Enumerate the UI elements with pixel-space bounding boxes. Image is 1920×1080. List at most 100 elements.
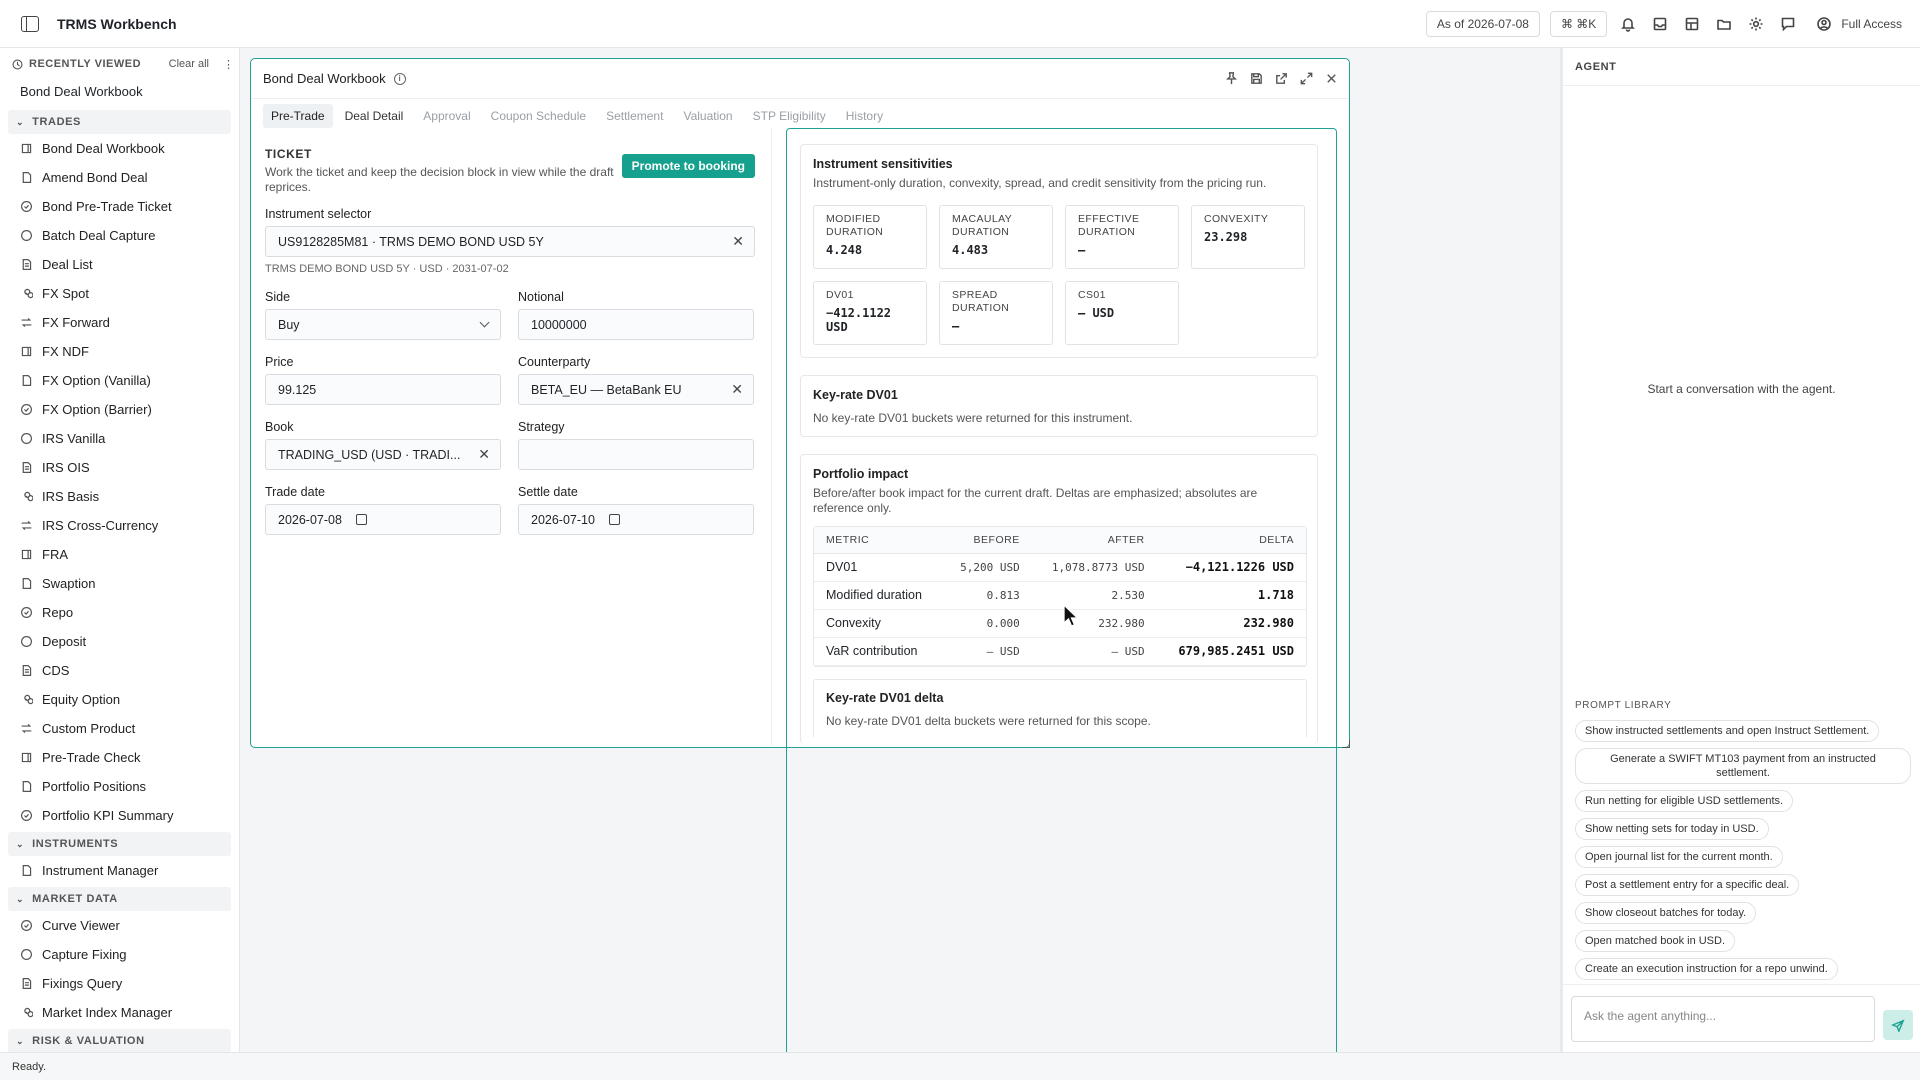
access-menu[interactable]: Full Access [1813, 13, 1902, 35]
layout-icon[interactable] [1681, 13, 1703, 35]
counterparty-input[interactable]: BETA_EU — BetaBank EU ✕ [518, 374, 754, 405]
sidebar-item-deal-list[interactable]: Deal List [0, 250, 239, 279]
sidebar-item-market-index-manager[interactable]: Market Index Manager [0, 998, 239, 1027]
nav-item-icon [21, 810, 32, 821]
save-icon[interactable] [1249, 71, 1264, 86]
sidebar-item-label: Custom Product [42, 721, 136, 736]
sidebar-item-custom-product[interactable]: Custom Product [0, 714, 239, 743]
tab-deal-detail[interactable]: Deal Detail [337, 104, 412, 128]
nav-item-icon [24, 491, 33, 502]
tab-settlement[interactable]: Settlement [598, 104, 671, 128]
side-select[interactable]: Buy [265, 309, 501, 340]
side-label: Side [265, 290, 291, 304]
sidebar-section-risk-valuation[interactable]: ⌄ RISK & VALUATION [8, 1029, 231, 1052]
sidebar-item-fx-spot[interactable]: FX Spot [0, 279, 239, 308]
sidebar-item-fx-option-barrier[interactable]: FX Option (Barrier) [0, 395, 239, 424]
trade-date-input[interactable]: 2026-07-08 [265, 504, 501, 535]
prompt-chip[interactable]: Show closeout batches for today. [1575, 902, 1757, 924]
window-header: Bond Deal Workbook i [251, 59, 1349, 99]
prompt-chip[interactable]: Post a settlement entry for a specific d… [1575, 874, 1800, 896]
command-palette-button[interactable]: ⌘ ⌘K [1549, 11, 1608, 37]
chat-icon[interactable] [1777, 13, 1799, 35]
sidebar-section-trades[interactable]: ⌄ TRADES [8, 110, 231, 134]
sidebar-section-label: RISK & VALUATION [32, 1035, 145, 1047]
sidebar-item-bond-deal-workbook[interactable]: Bond Deal Workbook [0, 134, 239, 163]
clear-all-link[interactable]: Clear all [169, 58, 209, 70]
clear-counterparty-icon[interactable]: ✕ [731, 381, 743, 398]
sidebar-item-amend-bond-deal[interactable]: Amend Bond Deal [0, 163, 239, 192]
sidebar-item-label: Deposit [42, 634, 87, 649]
sidebar-item-irs-cross-currency[interactable]: IRS Cross-Currency [0, 511, 239, 540]
sidebar-item-irs-basis[interactable]: IRS Basis [0, 482, 239, 511]
tab-history[interactable]: History [838, 104, 891, 128]
prompt-chip[interactable]: Open matched book in USD. [1575, 930, 1736, 952]
sidebar-item-portfolio-positions[interactable]: Portfolio Positions [0, 772, 239, 801]
prompt-chip[interactable]: Run netting for eligible USD settlements… [1575, 790, 1794, 812]
sidebar-item-curve-viewer[interactable]: Curve Viewer [0, 911, 239, 940]
as-of-date-button[interactable]: As of 2026-07-08 [1425, 11, 1540, 37]
clear-book-icon[interactable]: ✕ [478, 446, 490, 463]
settle-date-input[interactable]: 2026-07-10 [518, 504, 754, 535]
sidebar-item-cds[interactable]: CDS [0, 656, 239, 685]
bell-icon[interactable] [1617, 13, 1639, 35]
instrument-selector-input[interactable]: US9128285M81 · TRMS DEMO BOND USD 5Y ✕ [265, 226, 755, 257]
gear-icon[interactable] [1745, 13, 1767, 35]
sidebar-item-fra[interactable]: FRA [0, 540, 239, 569]
sidebar-section-instruments[interactable]: ⌄ INSTRUMENTS [8, 832, 231, 856]
trade-date-value: 2026-07-08 [278, 512, 342, 527]
prompt-chip[interactable]: Open journal list for the current month. [1575, 846, 1783, 868]
calendar-icon[interactable] [608, 514, 620, 525]
folder-icon[interactable] [1713, 13, 1735, 35]
agent-input[interactable]: Ask the agent anything... [1571, 996, 1875, 1042]
tab-valuation[interactable]: Valuation [675, 104, 740, 128]
more-vertical-icon[interactable]: ⋮ [223, 58, 234, 71]
prompt-chip[interactable]: Create an execution instruction for a re… [1575, 958, 1838, 980]
resize-handle[interactable] [1342, 740, 1350, 748]
external-link-icon[interactable] [1274, 71, 1289, 86]
sidebar-item-fx-forward[interactable]: FX Forward [0, 308, 239, 337]
inbox-icon[interactable] [1649, 13, 1671, 35]
tab-approval[interactable]: Approval [415, 104, 478, 128]
promote-to-booking-button[interactable]: Promote to booking [621, 154, 755, 178]
sidebar-item-label: IRS Basis [42, 489, 100, 504]
notional-input[interactable]: 10000000 [518, 309, 754, 340]
pin-icon[interactable] [1224, 71, 1239, 86]
book-input[interactable]: TRADING_USD (USD · TRADI... ✕ [265, 439, 501, 470]
counterparty-value: BETA_EU — BetaBank EU [531, 382, 682, 397]
sidebar-item-capture-fixing[interactable]: Capture Fixing [0, 940, 239, 969]
divider [1563, 984, 1920, 985]
sidebar-section-market-data[interactable]: ⌄ MARKET DATA [8, 887, 231, 911]
nav-item-icon [21, 752, 32, 763]
sidebar-item-fx-option-vanilla[interactable]: FX Option (Vanilla) [0, 366, 239, 395]
prompt-chip[interactable]: Show netting sets for today in USD. [1575, 818, 1769, 840]
price-input[interactable]: 99.125 [265, 374, 501, 405]
sidebar-item-repo[interactable]: Repo [0, 598, 239, 627]
sidebar-item-fx-ndf[interactable]: FX NDF [0, 337, 239, 366]
sidebar-item-swaption[interactable]: Swaption [0, 569, 239, 598]
strategy-input[interactable] [518, 439, 754, 470]
sidebar-item-fixings-query[interactable]: Fixings Query [0, 969, 239, 998]
maximize-icon[interactable] [1299, 71, 1314, 86]
sidebar-item-equity-option[interactable]: Equity Option [0, 685, 239, 714]
tab-pre-trade[interactable]: Pre-Trade [263, 104, 333, 128]
sidebar-item-irs-vanilla[interactable]: IRS Vanilla [0, 424, 239, 453]
close-icon[interactable] [1324, 71, 1339, 86]
sidebar-item-batch-deal-capture[interactable]: Batch Deal Capture [0, 221, 239, 250]
tab-stp-eligibility[interactable]: STP Eligibility [745, 104, 834, 128]
prompt-chip[interactable]: Show instructed settlements and open Ins… [1575, 720, 1880, 742]
info-icon[interactable]: i [393, 72, 406, 85]
sidebar-item-label: FX Option (Barrier) [42, 402, 152, 417]
prompt-chip[interactable]: Generate a SWIFT MT103 payment from an i… [1575, 748, 1911, 784]
sidebar-item-instrument-manager[interactable]: Instrument Manager [0, 856, 239, 885]
clear-instrument-icon[interactable]: ✕ [732, 233, 744, 250]
sidebar-item-irs-ois[interactable]: IRS OIS [0, 453, 239, 482]
recent-item[interactable]: Bond Deal Workbook [0, 76, 239, 108]
tab-coupon-schedule[interactable]: Coupon Schedule [483, 104, 594, 128]
sidebar-item-deposit[interactable]: Deposit [0, 627, 239, 656]
sidebar-item-pre-trade-check[interactable]: Pre-Trade Check [0, 743, 239, 772]
calendar-icon[interactable] [355, 514, 367, 525]
send-button[interactable] [1883, 1010, 1913, 1040]
sidebar-item-portfolio-kpi-summary[interactable]: Portfolio KPI Summary [0, 801, 239, 830]
sidebar-toggle-icon[interactable] [21, 15, 39, 32]
sidebar-item-bond-pre-trade-ticket[interactable]: Bond Pre-Trade Ticket [0, 192, 239, 221]
